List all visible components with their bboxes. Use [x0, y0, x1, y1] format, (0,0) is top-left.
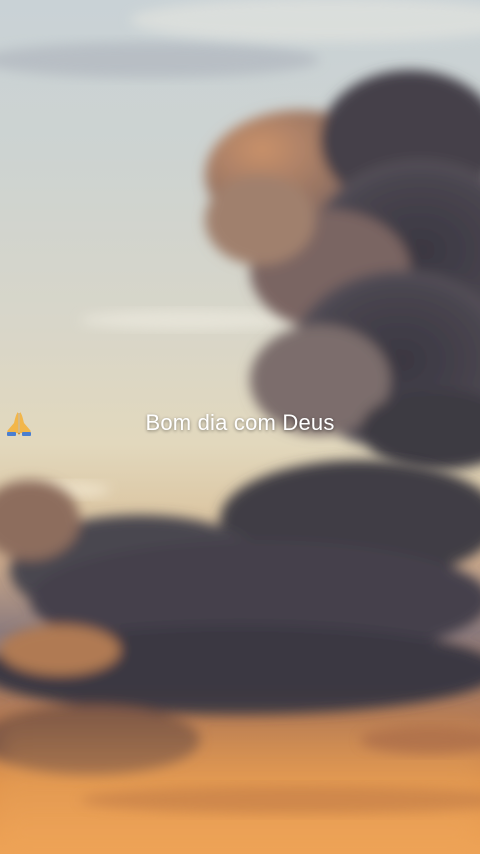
wispy-cloud-top: [0, 42, 320, 78]
caption-text: Bom dia com Deus: [145, 410, 335, 435]
sky-background: Bom dia com Deus: [0, 0, 480, 854]
sunset-glow: [0, 700, 480, 854]
story-caption: Bom dia com Deus: [0, 410, 480, 436]
folded-hands-icon: [7, 412, 31, 436]
